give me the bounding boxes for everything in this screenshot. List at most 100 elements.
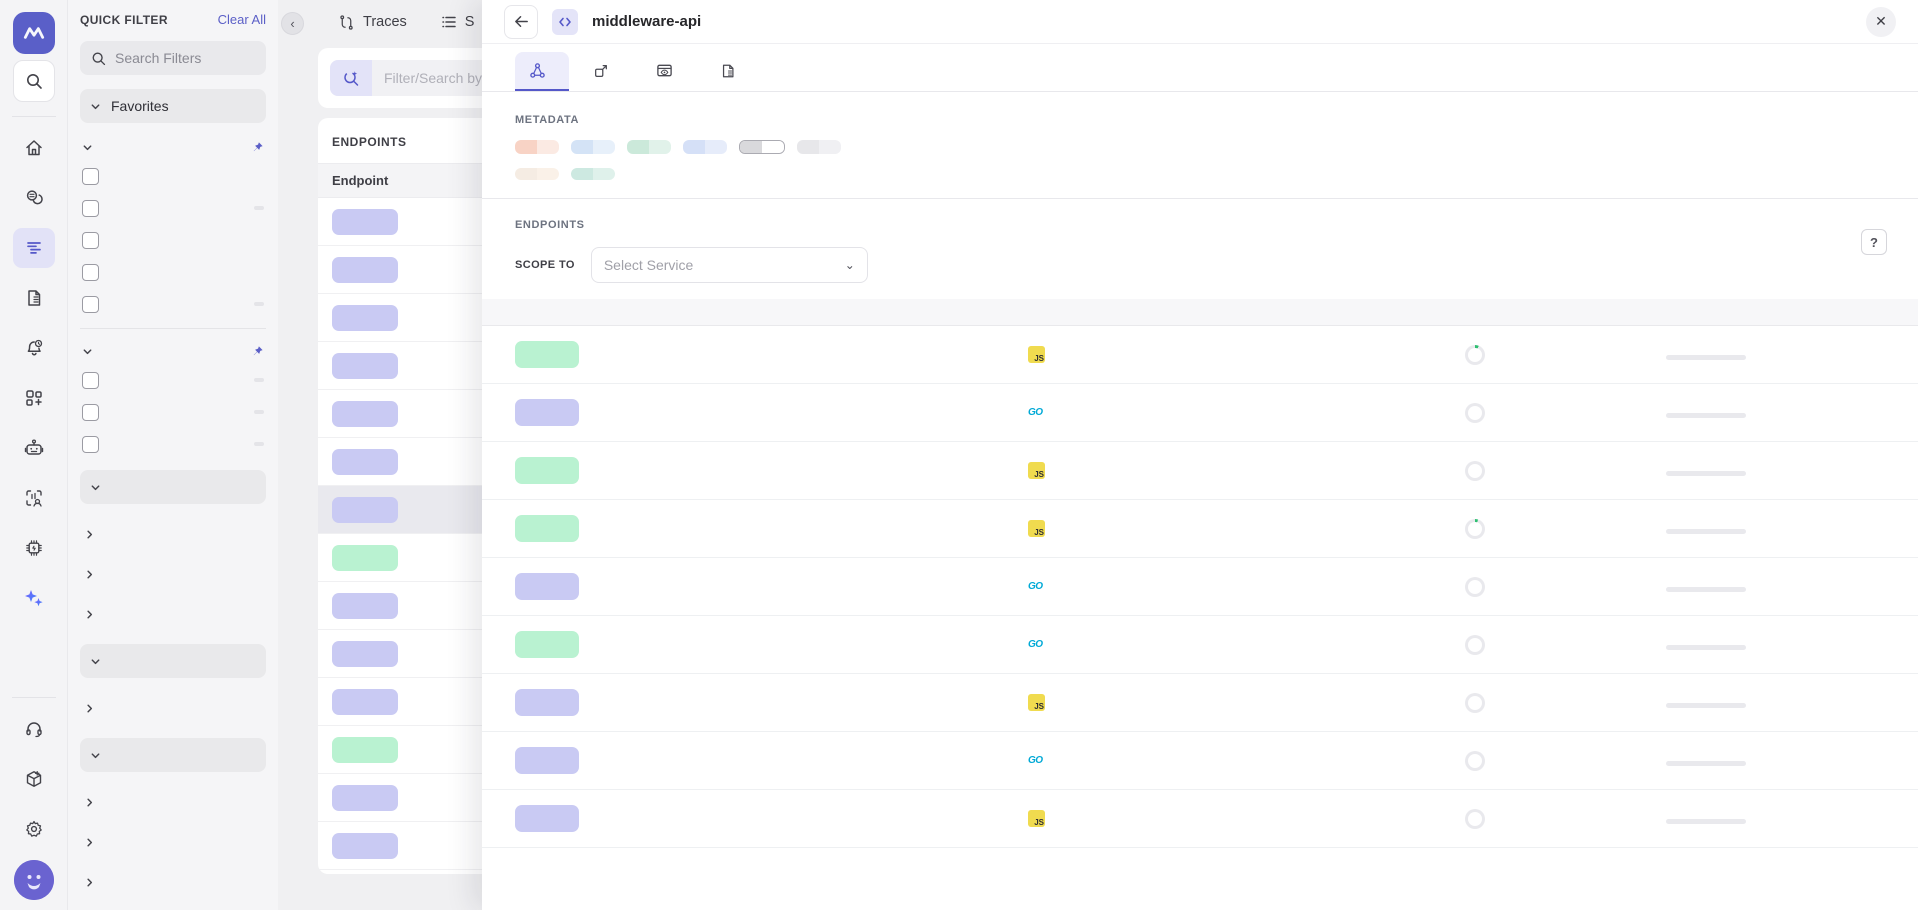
filter-option-count <box>254 378 264 382</box>
chevron-down-icon <box>82 142 93 153</box>
infrastructure-icon <box>24 188 44 208</box>
method-badge <box>332 353 398 379</box>
rail-item-integrations[interactable] <box>13 378 55 418</box>
list-icon <box>441 14 457 30</box>
method-badge <box>332 257 398 283</box>
chip-label <box>515 168 537 180</box>
filter-sub-item[interactable] <box>80 688 266 728</box>
filter-sub-item[interactable] <box>80 554 266 594</box>
method-badge <box>515 631 579 658</box>
rail-item-logs[interactable] <box>13 278 55 318</box>
checkbox[interactable] <box>82 168 99 185</box>
rail-item-alerts[interactable] <box>13 328 55 368</box>
rail-item-traces[interactable] <box>13 228 55 268</box>
latency-bar <box>1666 645 1746 650</box>
endpoint-table-row[interactable]: JS <box>482 790 1918 848</box>
tab-openapi-preview[interactable] <box>642 52 696 91</box>
filter-sub-item[interactable] <box>80 902 266 910</box>
settings-icon <box>24 819 44 839</box>
metadata-chip-api <box>571 140 615 154</box>
checkbox[interactable] <box>82 404 99 421</box>
endpoint-table-row[interactable]: GO <box>482 616 1918 674</box>
filter-option-count <box>254 442 264 446</box>
chevron-right-icon <box>84 837 95 848</box>
collapse-filter-button[interactable]: ‹ <box>281 12 304 35</box>
chip-value <box>537 140 559 154</box>
latency-bar <box>1666 471 1746 476</box>
rail-item-home[interactable] <box>13 128 55 168</box>
filter-sub-item[interactable] <box>80 862 266 902</box>
alerts-icon <box>24 338 44 358</box>
app-root: QUICK FILTER Clear All Search Filters Fa… <box>0 0 1918 910</box>
rail-item-settings[interactable] <box>13 809 55 849</box>
clear-all-link[interactable]: Clear All <box>218 12 266 27</box>
checkbox[interactable] <box>82 232 99 249</box>
tab-relationship[interactable] <box>579 53 632 91</box>
checkbox[interactable] <box>82 200 99 217</box>
filter-sub-item[interactable] <box>80 782 266 822</box>
filter-group <box>80 133 266 320</box>
user-avatar[interactable] <box>14 860 54 900</box>
error-rate-donut <box>1465 461 1485 481</box>
quick-filter-title: QUICK FILTER <box>80 13 168 27</box>
back-button[interactable] <box>504 5 538 39</box>
tab-services-partial[interactable]: S <box>441 14 475 30</box>
tab-logs[interactable] <box>706 53 759 91</box>
search-icon <box>24 71 44 91</box>
endpoint-table-row[interactable]: JS <box>482 500 1918 558</box>
tab-detail[interactable] <box>515 52 569 91</box>
method-badge <box>515 341 579 368</box>
filter-group-header[interactable] <box>80 133 266 160</box>
filter-option-count <box>254 206 264 210</box>
endpoint-table-row[interactable]: JS <box>482 442 1918 500</box>
tab-traces[interactable]: Traces <box>338 14 407 31</box>
endpoint-table-row[interactable]: GO <box>482 732 1918 790</box>
method-badge <box>332 401 398 427</box>
error-rate-donut <box>1465 809 1485 829</box>
filter-option-row <box>80 364 266 396</box>
rail-item-bot[interactable] <box>13 428 55 468</box>
chip-value <box>649 140 671 154</box>
close-button[interactable]: ✕ <box>1866 7 1896 37</box>
rail-item-ai-sparkle[interactable] <box>13 578 55 618</box>
chevron-down-icon <box>90 750 101 761</box>
endpoint-table-row[interactable]: JS <box>482 674 1918 732</box>
filter-search-input[interactable]: Search Filters <box>80 41 266 75</box>
search-icon <box>90 50 107 67</box>
favorites-accordion[interactable]: Favorites <box>80 89 266 123</box>
checkbox[interactable] <box>82 296 99 313</box>
rail-item-support[interactable] <box>13 709 55 749</box>
rail-search-button[interactable] <box>13 60 55 102</box>
rail-item-rum[interactable] <box>13 478 55 518</box>
chip-value <box>593 140 615 154</box>
checkbox[interactable] <box>82 264 99 281</box>
scope-service-select[interactable]: Select Service ⌄ <box>591 247 868 283</box>
trace-icon <box>338 14 355 31</box>
metadata-chip-version <box>627 140 671 154</box>
filter-sub-item[interactable] <box>80 514 266 554</box>
checkbox[interactable] <box>82 372 99 389</box>
endpoint-table-row[interactable]: GO <box>482 558 1918 616</box>
chevron-down-icon: ⌄ <box>845 258 855 272</box>
filter-section-endpoint[interactable] <box>80 738 266 772</box>
rail-item-infrastructure[interactable] <box>13 178 55 218</box>
avatar-icon <box>14 860 54 900</box>
chevron-down-icon <box>82 346 93 357</box>
filter-section-service[interactable] <box>80 644 266 678</box>
method-badge <box>515 747 579 774</box>
filter-sub-item[interactable] <box>80 594 266 634</box>
method-badge <box>515 457 579 484</box>
filter-section-host[interactable] <box>80 470 266 504</box>
pin-icon <box>251 141 264 154</box>
rail-item-install[interactable] <box>13 759 55 799</box>
rail-item-processes[interactable] <box>13 528 55 568</box>
home-icon <box>24 138 44 158</box>
help-button[interactable]: ? <box>1861 229 1887 255</box>
checkbox[interactable] <box>82 436 99 453</box>
filter-group-header[interactable] <box>80 337 266 364</box>
filter-sub-item[interactable] <box>80 822 266 862</box>
endpoint-table-row[interactable]: JS <box>482 326 1918 384</box>
endpoint-table-row[interactable]: GO <box>482 384 1918 442</box>
error-rate-donut <box>1465 345 1485 365</box>
golang-icon: GO <box>1028 581 1043 592</box>
